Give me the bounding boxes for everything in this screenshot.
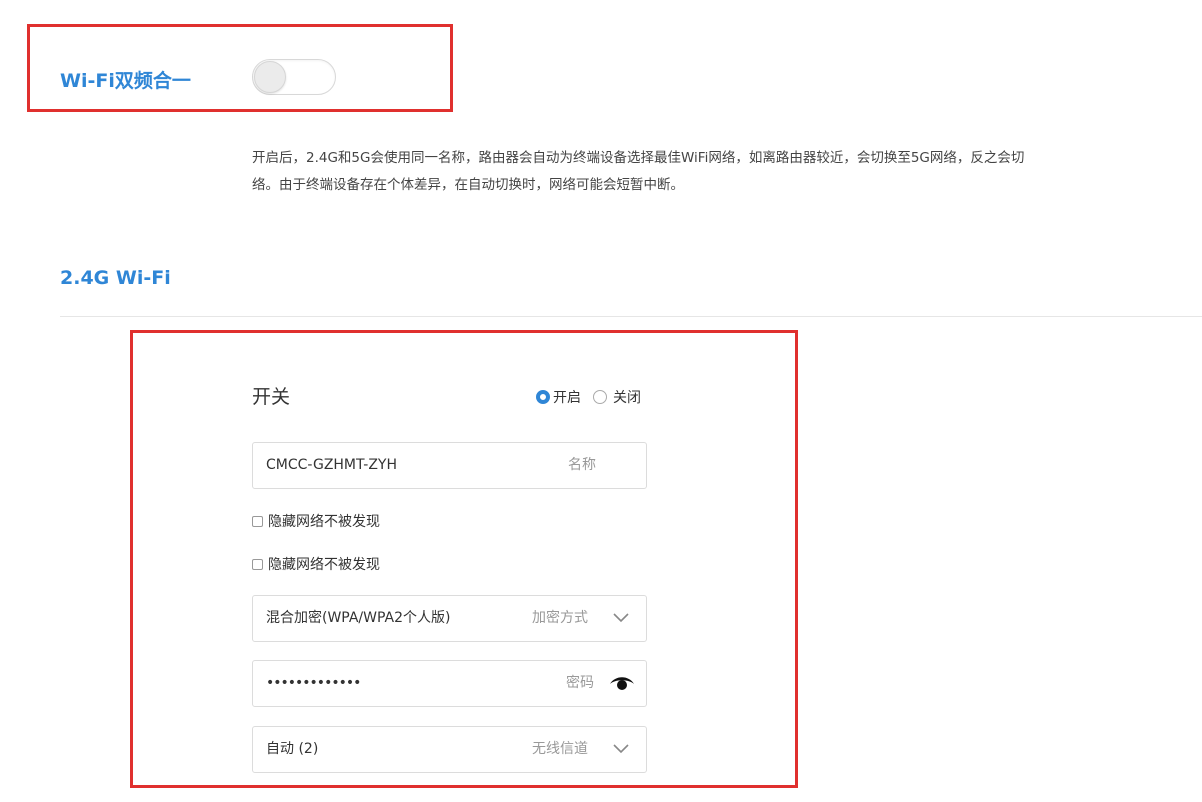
radio-on-label: 开启 <box>553 390 581 406</box>
encryption-select[interactable]: 混合加密(WPA/WPA2个人版) 加密方式 <box>252 595 647 642</box>
radio-on[interactable]: 开启 <box>536 387 581 407</box>
dual-band-description-line1: 开启后，2.4G和5G会使用同一名称，路由器会自动为终端设备选择最佳WiFi网络… <box>252 150 1025 166</box>
highlight-box-24g-settings <box>130 330 798 788</box>
channel-value: 自动 (2) <box>266 741 319 757</box>
ssid-value: CMCC-GZHMT-ZYH <box>266 457 398 473</box>
radio-on-indicator[interactable] <box>536 390 550 404</box>
eye-icon[interactable] <box>609 676 635 692</box>
radio-off[interactable]: 关闭 <box>593 387 641 407</box>
ssid-field[interactable]: CMCC-GZHMT-ZYH 名称 <box>252 442 647 489</box>
radio-off-label: 关闭 <box>613 390 641 406</box>
dual-band-toggle[interactable] <box>252 59 336 95</box>
chevron-down-icon[interactable] <box>612 610 630 624</box>
section-divider <box>60 316 1202 317</box>
encryption-value: 混合加密(WPA/WPA2个人版) <box>266 610 451 626</box>
ssid-hint: 名称 <box>568 457 596 473</box>
password-hint: 密码 <box>566 675 594 691</box>
radio-off-indicator[interactable] <box>593 390 607 404</box>
encryption-hint: 加密方式 <box>532 610 588 626</box>
switch-label: 开关 <box>252 386 291 408</box>
checkbox-box[interactable] <box>252 515 263 527</box>
hide-network-checkbox-1[interactable]: 隐藏网络不被发现 <box>252 511 380 531</box>
password-field[interactable]: ••••••••••••• 密码 <box>252 660 647 707</box>
channel-hint: 无线信道 <box>532 741 588 757</box>
hide-network-checkbox-2[interactable]: 隐藏网络不被发现 <box>252 554 380 574</box>
toggle-knob <box>254 61 286 93</box>
dual-band-label: Wi-Fi双频合一 <box>60 70 191 92</box>
password-value: ••••••••••••• <box>266 675 361 691</box>
section-title-24g: 2.4G Wi-Fi <box>60 267 171 289</box>
chevron-down-icon[interactable] <box>612 741 630 755</box>
checkbox-box[interactable] <box>252 558 263 570</box>
channel-select[interactable]: 自动 (2) 无线信道 <box>252 726 647 773</box>
checkbox-label: 隐藏网络不被发现 <box>268 557 380 573</box>
checkbox-label: 隐藏网络不被发现 <box>268 514 380 530</box>
dual-band-description-line2: 络。由于终端设备存在个体差异，在自动切换时，网络可能会短暂中断。 <box>252 177 684 193</box>
